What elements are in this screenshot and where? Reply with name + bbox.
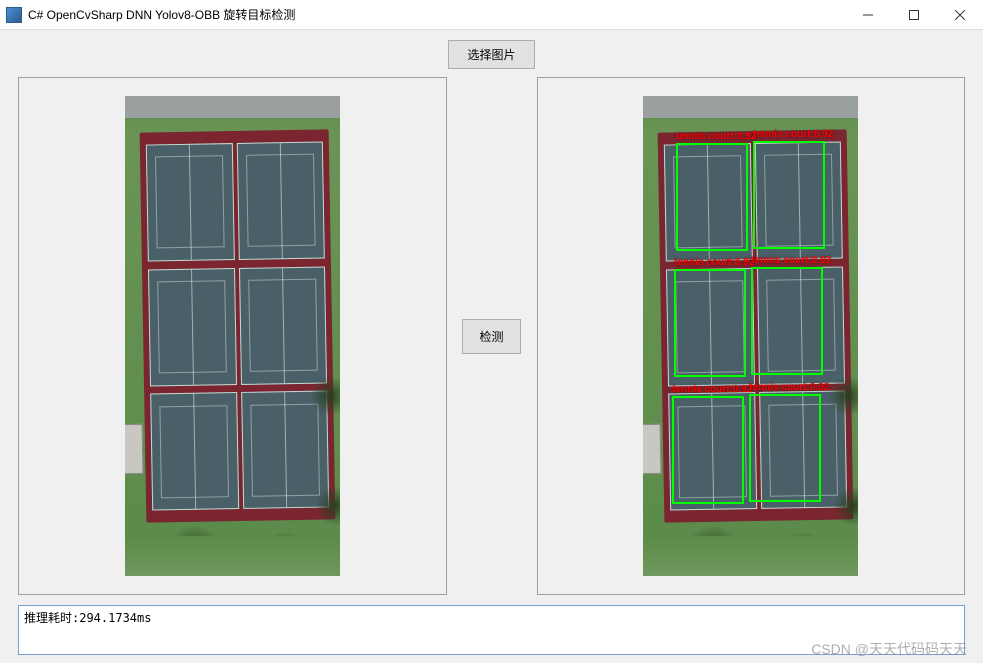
image-row: 检测 tennis court:0.92tennis court:0.92ten… bbox=[18, 77, 965, 595]
detection-label: tennis court:0.92 bbox=[749, 382, 829, 393]
detection-label: tennis court:0.92 bbox=[751, 255, 831, 266]
top-button-row: 选择图片 bbox=[18, 40, 965, 69]
source-image-panel bbox=[18, 77, 447, 595]
window-controls bbox=[845, 0, 983, 29]
detection-label: tennis court:0.92 bbox=[674, 257, 754, 268]
titlebar: C# OpenCvSharp DNN Yolov8-OBB 旋转目标检测 bbox=[0, 0, 983, 30]
output-textbox[interactable] bbox=[18, 605, 965, 655]
maximize-button[interactable] bbox=[891, 0, 937, 29]
detect-column: 检测 bbox=[457, 77, 527, 595]
result-image: tennis court:0.92tennis court:0.92tennis… bbox=[643, 96, 858, 576]
select-image-button[interactable]: 选择图片 bbox=[448, 40, 534, 69]
titlebar-left: C# OpenCvSharp DNN Yolov8-OBB 旋转目标检测 bbox=[6, 6, 295, 23]
detection-label: tennis court:0.92 bbox=[676, 131, 756, 142]
source-image bbox=[125, 96, 340, 576]
detection-label: tennis court:0.92 bbox=[753, 129, 833, 140]
detection-label: tennis court:0.92 bbox=[672, 384, 752, 395]
detect-button[interactable]: 检测 bbox=[462, 319, 520, 354]
client-area: 选择图片 检测 bbox=[0, 30, 983, 663]
app-icon bbox=[6, 7, 22, 23]
window-title: C# OpenCvSharp DNN Yolov8-OBB 旋转目标检测 bbox=[28, 6, 295, 23]
close-button[interactable] bbox=[937, 0, 983, 29]
minimize-button[interactable] bbox=[845, 0, 891, 29]
result-image-panel: tennis court:0.92tennis court:0.92tennis… bbox=[537, 77, 966, 595]
